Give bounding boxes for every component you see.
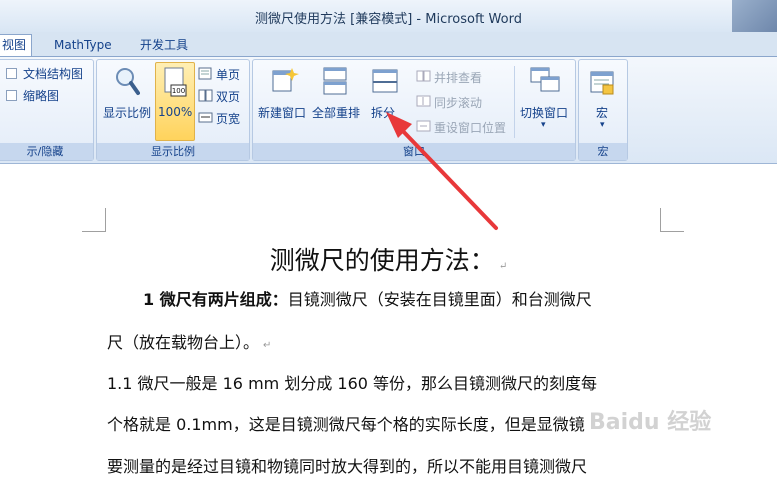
annotation-arrow — [386, 112, 498, 230]
